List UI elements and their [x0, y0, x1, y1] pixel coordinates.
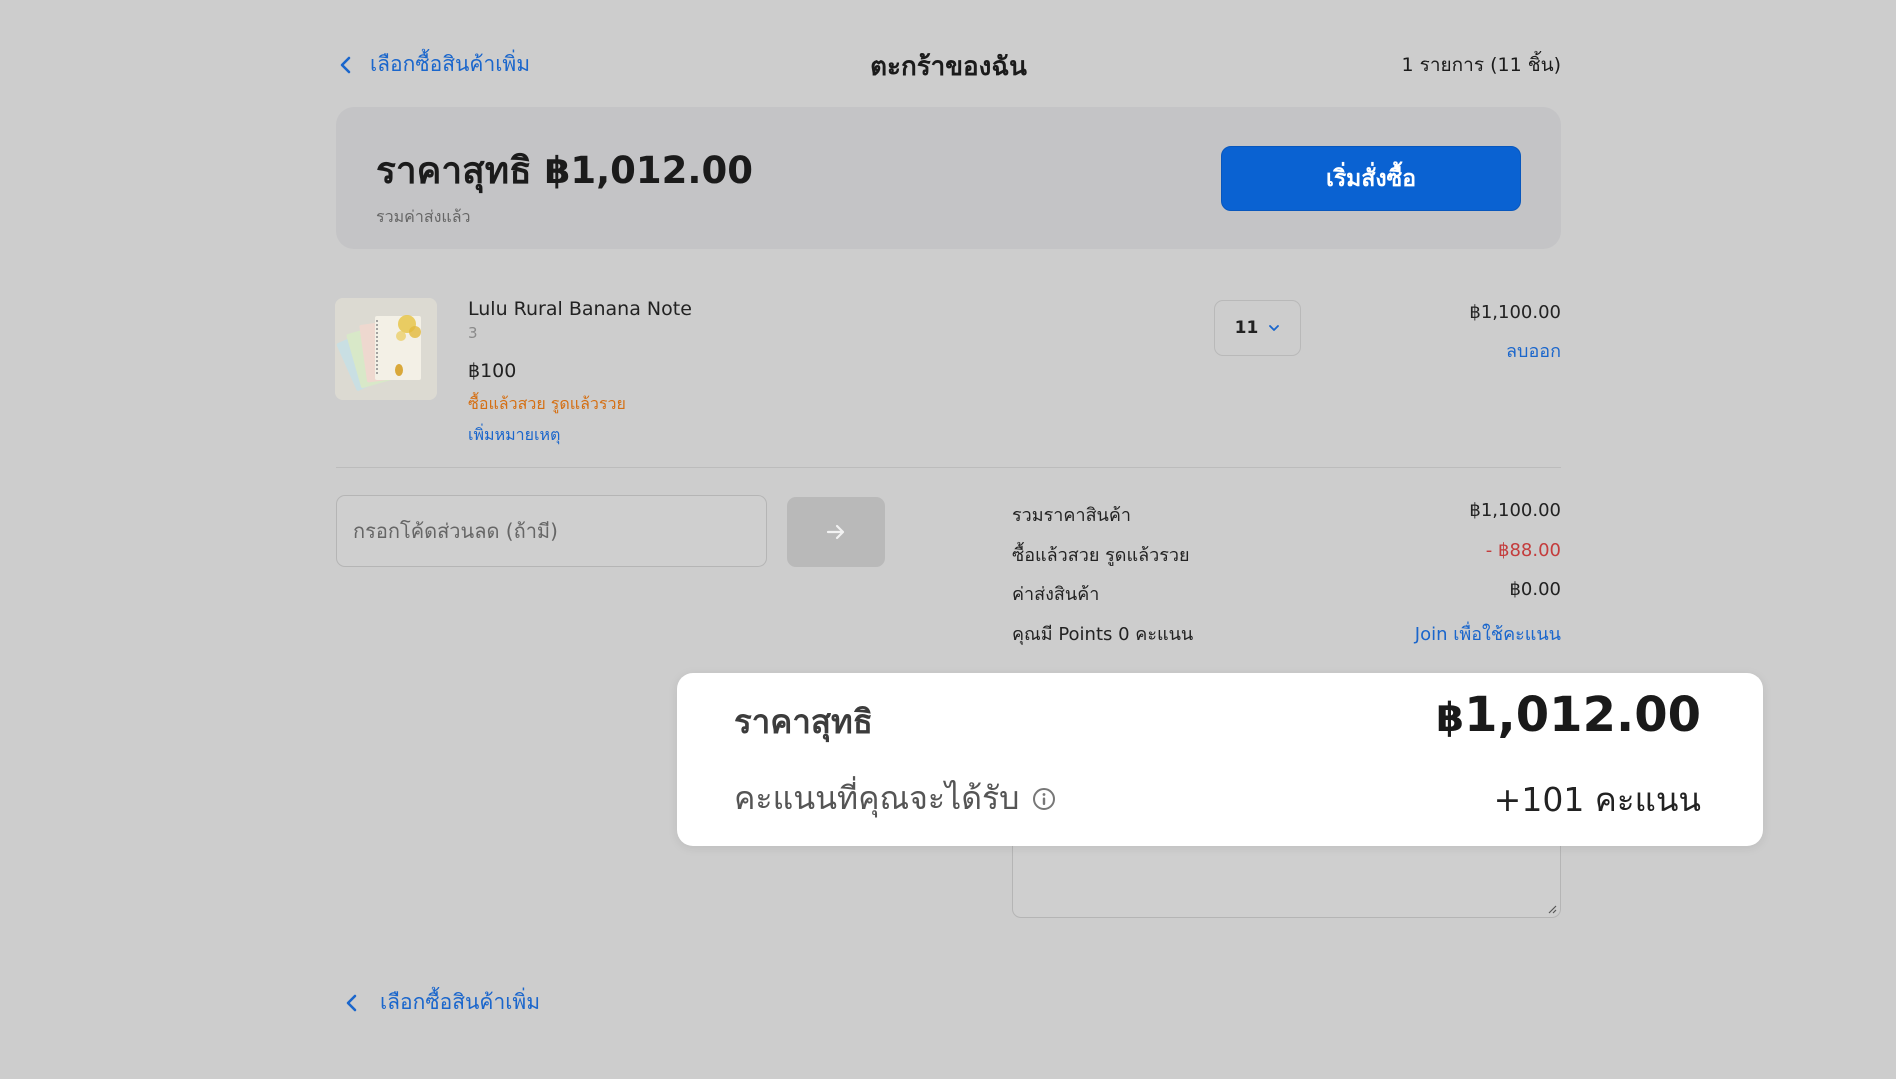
highlight-net-label: ราคาสุทธิ — [734, 702, 873, 741]
discount-row: ซื้อแล้วสวย รูดแล้วรวย - ฿88.00 — [1012, 540, 1561, 580]
divider — [336, 467, 1561, 468]
quantity-value: 11 — [1234, 318, 1259, 338]
product-name[interactable]: Lulu Rural Banana Note — [468, 298, 692, 320]
chevron-left-icon — [346, 994, 357, 1011]
shipping-value: ฿0.00 — [1509, 579, 1561, 600]
subtotal-label: รวมราคาสินค้า — [1012, 505, 1132, 526]
top-bar: เลือกซื้อสินค้าเพิ่ม ตะกร้าของฉัน 1 รายก… — [336, 48, 1561, 82]
add-note-link[interactable]: เพิ่มหมายเหตุ — [468, 423, 560, 448]
earned-points-value: +101 คะแนน — [1493, 780, 1701, 819]
chevron-left-icon — [340, 56, 351, 73]
remove-item-link[interactable]: ลบออก — [1506, 336, 1561, 365]
coupon-code-input[interactable] — [336, 495, 767, 567]
resize-handle-icon[interactable] — [1547, 904, 1557, 914]
chevron-down-icon — [1269, 325, 1280, 331]
highlight-net-price: ฿1,012.00 — [1436, 687, 1701, 743]
product-promo-label: ซื้อแล้วสวย รูดแล้วรวย — [468, 394, 626, 413]
continue-shopping-label: เลือกซื้อสินค้าเพิ่ม — [370, 52, 531, 76]
points-row: คุณมี Points 0 คะแนน Join เพื่อใช้คะแนน — [1012, 619, 1561, 659]
checkout-button[interactable]: เริ่มสั่งซื้อ — [1221, 146, 1521, 211]
summary-net-price: ราคาสุทธิ ฿1,012.00 — [376, 149, 753, 192]
subtotal-row: รวมราคาสินค้า ฿1,100.00 — [1012, 500, 1561, 540]
quantity-select[interactable]: 11 — [1214, 300, 1301, 356]
continue-shopping-link-bottom[interactable]: เลือกซื้อสินค้าเพิ่ม — [342, 986, 540, 1019]
cart-item-count: 1 รายการ (11 ชิ้น) — [1401, 54, 1561, 76]
net-price-highlight-card: ราคาสุทธิ ฿1,012.00 คะแนนที่คุณจะได้รับ … — [677, 673, 1763, 846]
product-unit-price: ฿100 — [468, 360, 517, 382]
earned-points-label: คะแนนที่คุณจะได้รับ — [734, 779, 1020, 817]
join-points-link[interactable]: Join เพื่อใช้คะแนน — [1415, 619, 1561, 659]
line-total: ฿1,100.00 — [1469, 302, 1561, 323]
highlight-net-amount: 1,012.00 — [1464, 687, 1701, 743]
notebook-illustration — [335, 298, 437, 400]
shipping-included-note: รวมค่าส่งแล้ว — [376, 207, 471, 226]
continue-shopping-label-bottom: เลือกซื้อสินค้าเพิ่ม — [380, 990, 541, 1014]
arrow-right-icon — [826, 524, 845, 540]
summary-card: ราคาสุทธิ ฿1,012.00 รวมค่าส่งแล้ว เริ่มส… — [336, 107, 1561, 249]
points-balance-label: คุณมี Points 0 คะแนน — [1012, 623, 1194, 645]
coupon-apply-button[interactable] — [787, 497, 885, 567]
discount-label: ซื้อแล้วสวย รูดแล้วรวย — [1012, 544, 1190, 566]
info-icon[interactable] — [1031, 786, 1057, 812]
subtotal-value: ฿1,100.00 — [1469, 500, 1561, 521]
earned-points-label-wrap: คะแนนที่คุณจะได้รับ — [734, 773, 1057, 824]
product-image[interactable] — [335, 298, 437, 400]
shipping-label: ค่าส่งสินค้า — [1012, 584, 1100, 605]
currency-symbol: ฿ — [1436, 695, 1465, 741]
continue-shopping-link[interactable]: เลือกซื้อสินค้าเพิ่ม — [336, 48, 530, 81]
discount-value: - ฿88.00 — [1485, 539, 1561, 561]
product-variant: 3 — [468, 324, 478, 342]
shipping-row: ค่าส่งสินค้า ฿0.00 — [1012, 579, 1561, 619]
price-breakdown: รวมราคาสินค้า ฿1,100.00 ซื้อแล้วสวย รูดแ… — [1012, 500, 1561, 658]
